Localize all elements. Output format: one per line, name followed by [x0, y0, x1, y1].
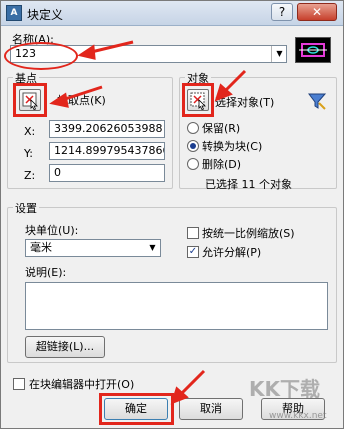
arrow-to-name-head — [77, 44, 96, 60]
annotation-arrows — [49, 40, 247, 405]
arrow-to-pick-point-head — [49, 92, 69, 108]
block-definition-dialog: A 块定义 ? ✕ 名称(A): 123 ▼ 基点 拾取点(K) X: 3399… — [0, 0, 344, 429]
